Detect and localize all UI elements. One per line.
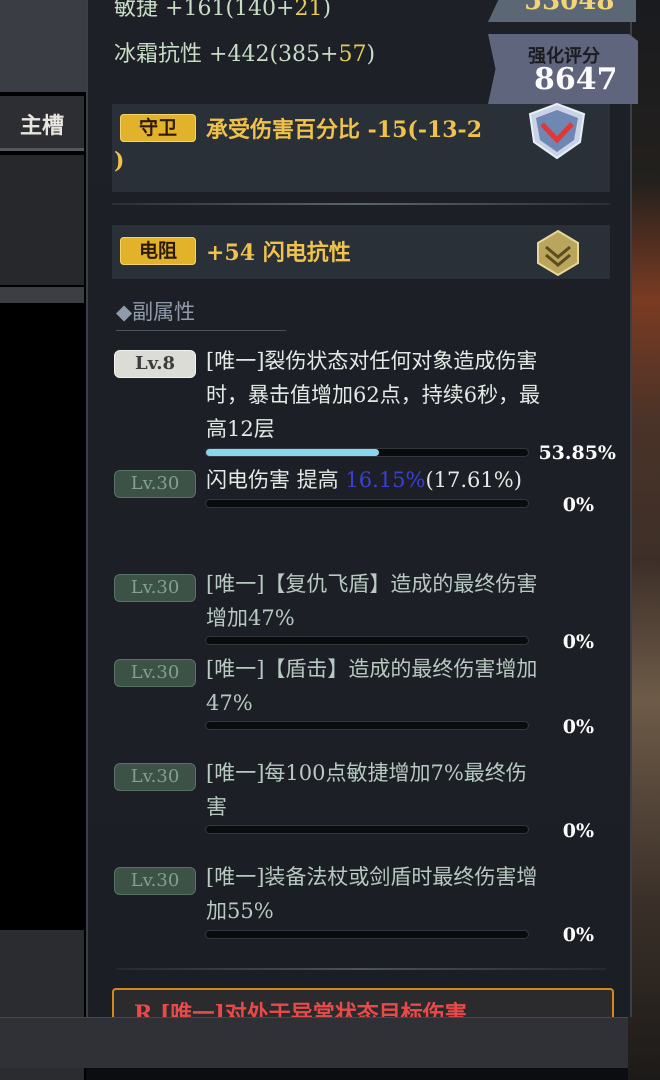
affix-progress-percent: 0% <box>562 631 594 653</box>
affix-progress-bar <box>206 449 528 456</box>
background-strip <box>0 287 84 303</box>
divider <box>116 330 286 331</box>
affix-progress-percent: 53.85% <box>538 442 616 464</box>
enhance-score-badge: 强化评分 8647 <box>488 34 638 104</box>
affix-text: [唯一]装备法杖或剑盾时最终伤害增 加55% <box>206 865 538 923</box>
affix-level-badge: Lv.30 <box>114 659 196 687</box>
resist-emblem-icon <box>537 229 579 277</box>
affix-text: [唯一]【复仇飞盾】造成的最终伤害 增加47% <box>206 572 538 630</box>
tab-main-slot[interactable]: 主槽 <box>0 96 84 151</box>
affix-level-badge: Lv.30 <box>114 470 196 498</box>
background-band <box>0 0 86 92</box>
background-left: 主槽 <box>0 0 86 1080</box>
affix-text: [唯一]【盾击】造成的最终伤害增加 47% <box>206 657 538 715</box>
affix-progress-percent: 0% <box>562 820 594 842</box>
sub-attributes-title: ◆副属性 <box>116 300 196 324</box>
affix-level-badge: Lv.30 <box>114 763 196 791</box>
affix-progress-bar <box>206 500 528 507</box>
affix-progress-percent: 0% <box>562 716 594 738</box>
background-scene <box>628 0 660 1080</box>
affix-progress-fill <box>206 449 380 456</box>
total-score-value: 53048 <box>524 0 615 16</box>
divider <box>116 968 606 970</box>
affix-progress-bar <box>206 722 528 729</box>
affix-progress-bar <box>206 637 528 644</box>
guard-text: 承受伤害百分比 -15(-13-2 <box>206 117 482 143</box>
guard-attribute-box: 守卫 承受伤害百分比 -15(-13-2 ) <box>112 102 610 192</box>
affix-level-badge: Lv.30 <box>114 867 196 895</box>
affix-level-badge: Lv.30 <box>114 574 196 602</box>
tab-main-slot-label: 主槽 <box>20 114 65 139</box>
guard-shield-icon <box>528 102 586 160</box>
affix-progress-percent: 0% <box>562 924 594 946</box>
guard-text-wrap: ) <box>114 148 125 174</box>
affix-text: [唯一]每100点敏捷增加7%最终伤害 <box>206 761 527 819</box>
bottom-toolbar <box>0 1017 628 1068</box>
total-score-badge: 53048 <box>488 0 636 22</box>
resist-attribute-box: 电阻 +54 闪电抗性 <box>112 225 610 279</box>
affix-progress-bar <box>206 826 528 833</box>
affix-progress-bar <box>206 931 528 938</box>
resist-text: +54 闪电抗性 <box>206 240 351 266</box>
affix-text: 闪电伤害 提高 16.15%(17.61%) <box>206 468 522 492</box>
background-strip <box>0 155 84 285</box>
divider <box>112 203 610 205</box>
stat-frost-resist: 冰霜抗性 +442(385+57) <box>114 42 376 67</box>
affix-progress-percent: 0% <box>562 494 594 516</box>
guard-tag: 守卫 <box>120 114 196 142</box>
affix-text: [唯一]裂伤状态对任何对象造成伤害 时，暴击值增加62点，持续6秒，最 高12层 <box>206 349 541 441</box>
stat-agility: 敏捷 +161(140+21) <box>114 0 332 21</box>
enhance-score-value: 8647 <box>534 62 618 97</box>
resist-tag: 电阻 <box>120 237 196 265</box>
affix-level-badge: Lv.8 <box>114 350 196 378</box>
